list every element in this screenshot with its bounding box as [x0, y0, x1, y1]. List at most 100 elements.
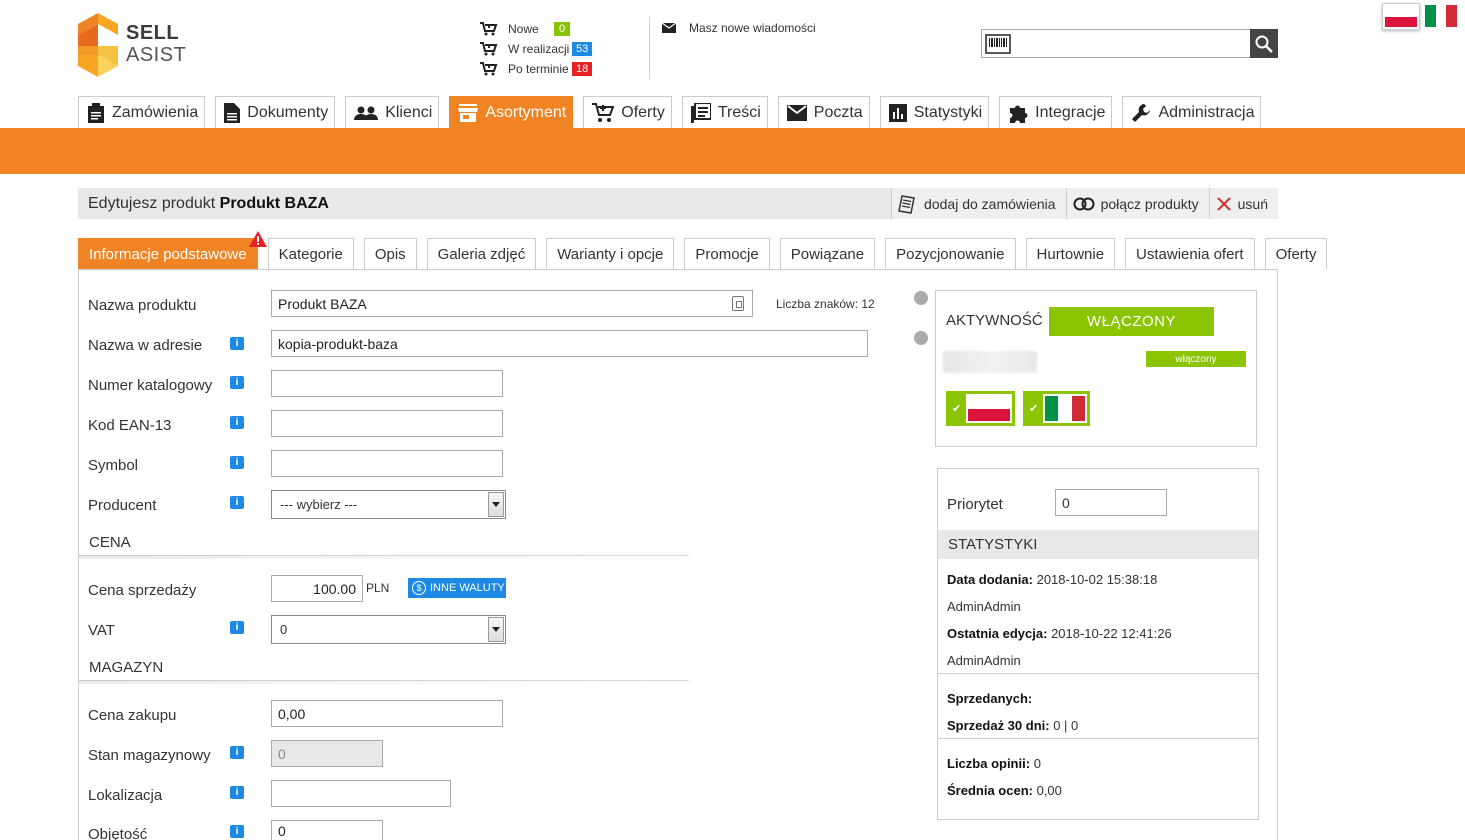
stat-in-progress[interactable]: W realizacji 53	[480, 39, 593, 59]
stock-value: 0	[278, 745, 286, 762]
delete-label: usuń	[1237, 195, 1268, 212]
section-title: CENA	[89, 534, 131, 551]
purchase-price-input[interactable]: 0,00	[271, 700, 503, 727]
search-button[interactable]	[1250, 29, 1278, 58]
puzzle-icon	[1010, 105, 1028, 123]
symbol-input[interactable]	[271, 450, 503, 477]
producer-label: Producent	[88, 497, 157, 514]
info-icon[interactable]: i	[230, 337, 244, 350]
vat-label: VAT	[88, 622, 115, 639]
tab-opis[interactable]: Opis	[363, 238, 417, 269]
sold-30-label: Sprzedaż 30 dni:	[947, 718, 1050, 733]
info-icon[interactable]: i	[230, 786, 244, 799]
info-icon[interactable]: i	[230, 456, 244, 469]
poland-flag-icon	[966, 394, 1012, 423]
tab-galeria-zdjec[interactable]: Galeria zdjęć	[426, 238, 537, 269]
tab-pozycjonowanie[interactable]: Pozycjonowanie	[885, 238, 1016, 269]
wrench-icon	[1132, 103, 1151, 122]
price-input[interactable]: 100.00	[271, 575, 363, 602]
cart-icon	[592, 102, 615, 122]
envelope-icon	[662, 23, 676, 33]
slug-input[interactable]: kopia-produkt-baza	[271, 330, 868, 357]
other-currencies-button[interactable]: $ INNE WALUTY	[408, 578, 506, 598]
vat-value: 0	[280, 622, 288, 637]
nav-item-statystyki[interactable]: Statystyki	[879, 96, 990, 128]
volume-input[interactable]: 0	[271, 820, 383, 840]
tab-oferty[interactable]: Oferty	[1264, 238, 1328, 269]
nav-item-integracje[interactable]: Integracje	[999, 96, 1113, 128]
copy-icon[interactable]	[732, 296, 744, 311]
arrow-down-icon[interactable]	[914, 291, 928, 305]
catalog-input[interactable]	[271, 370, 503, 397]
lang-toggle-it[interactable]: ✔	[1023, 391, 1090, 426]
messages-link[interactable]: Masz nowe wiadomości	[662, 21, 816, 35]
merge-products-button[interactable]: połącz produkty	[1065, 188, 1209, 219]
stat-badge: 0	[554, 22, 570, 36]
ean-input[interactable]	[271, 410, 503, 437]
lang-toggle-pl[interactable]: ✔	[946, 391, 1015, 426]
tab-label: Galeria zdjęć	[437, 245, 526, 263]
info-icon[interactable]: i	[230, 621, 244, 634]
document-icon	[224, 102, 241, 123]
nav-item-dokumenty[interactable]: Dokumenty	[215, 96, 336, 128]
sold: Sprzedanych:	[947, 691, 1032, 706]
mail-icon	[786, 104, 807, 121]
nav-item-oferty[interactable]: Oferty	[583, 96, 672, 128]
stat-label: W realizacji	[508, 42, 570, 56]
delete-button[interactable]: usuń	[1208, 188, 1278, 219]
tab-kategorie[interactable]: Kategorie	[267, 238, 354, 269]
nav-item-tresci[interactable]: Treści	[681, 96, 768, 128]
info-icon[interactable]: i	[230, 746, 244, 759]
activity-toggle-button[interactable]: WŁĄCZONY	[1049, 307, 1214, 336]
nav-item-zamowienia[interactable]: Zamówienia	[78, 96, 206, 128]
stat-new[interactable]: Nowe 0	[480, 19, 592, 39]
nav-item-administracja[interactable]: Administracja	[1122, 96, 1262, 128]
catalog-label: Numer katalogowy	[88, 377, 213, 394]
char-counter: Liczba znaków: 12	[776, 297, 875, 311]
stat-overdue[interactable]: Po terminie 18	[480, 59, 593, 79]
nav-item-asortyment[interactable]: Asortyment	[449, 96, 574, 128]
lang-flag-pl[interactable]	[1382, 3, 1420, 30]
slug-label: Nazwa w adresie	[88, 337, 203, 354]
logo[interactable]: SELL ASIST	[78, 13, 198, 77]
barcode-icon[interactable]	[982, 30, 1014, 57]
average-rating: Średnia ocen: 0,00	[947, 783, 1062, 798]
tab-label: Promocje	[695, 245, 759, 263]
page-title-prefix: Edytujesz produkt	[88, 194, 216, 212]
producer-select[interactable]: --- wybierz ---	[271, 490, 506, 519]
activity-label: AKTYWNOŚĆ	[946, 312, 1043, 329]
chevron-down-icon	[488, 492, 504, 517]
nav-label: Asortyment	[485, 103, 567, 121]
info-icon[interactable]: i	[230, 496, 244, 509]
tab-powiazane[interactable]: Powiązane	[779, 238, 876, 269]
product-name-input[interactable]: Produkt BAZA	[271, 290, 753, 317]
store-icon	[458, 103, 479, 122]
vat-select[interactable]: 0	[271, 615, 506, 644]
small-status-badge[interactable]: włączony	[1146, 351, 1246, 367]
tab-warianty-i-opcje[interactable]: Warianty i opcje	[546, 238, 675, 269]
info-icon[interactable]: i	[230, 825, 244, 838]
date-added: Data dodania: 2018-10-02 15:38:18	[947, 572, 1157, 587]
nav-item-poczta[interactable]: Poczta	[777, 96, 870, 128]
priority-input[interactable]: 0	[1055, 489, 1167, 516]
tab-informacje-podstawowe[interactable]: Informacje podstawowe	[78, 231, 267, 269]
location-input[interactable]	[271, 780, 451, 807]
search-input[interactable]	[1014, 30, 1250, 57]
priority-label: Priorytet	[947, 496, 1003, 513]
check-icon: ✔	[952, 403, 962, 415]
cart-alert-icon	[480, 62, 498, 76]
tab-ustawienia-ofert[interactable]: Ustawienia ofert	[1125, 238, 1255, 269]
info-icon[interactable]: i	[230, 416, 244, 429]
info-icon[interactable]: i	[230, 376, 244, 389]
stock-input: 0	[271, 740, 383, 767]
tab-label: Informacje podstawowe	[89, 245, 247, 263]
nav-item-klienci[interactable]: Klienci	[345, 96, 440, 128]
tab-promocje[interactable]: Promocje	[684, 238, 770, 269]
tab-hurtownie[interactable]: Hurtownie	[1025, 238, 1116, 269]
slug-value: kopia-produkt-baza	[278, 335, 398, 352]
cart-alert-icon	[480, 42, 498, 56]
lang-flag-it[interactable]	[1425, 5, 1458, 27]
add-to-order-button[interactable]: dodaj do zamówienia	[891, 188, 1066, 219]
other-currencies-label: INNE WALUTY	[430, 582, 505, 594]
arrow-down-icon[interactable]	[914, 331, 928, 345]
